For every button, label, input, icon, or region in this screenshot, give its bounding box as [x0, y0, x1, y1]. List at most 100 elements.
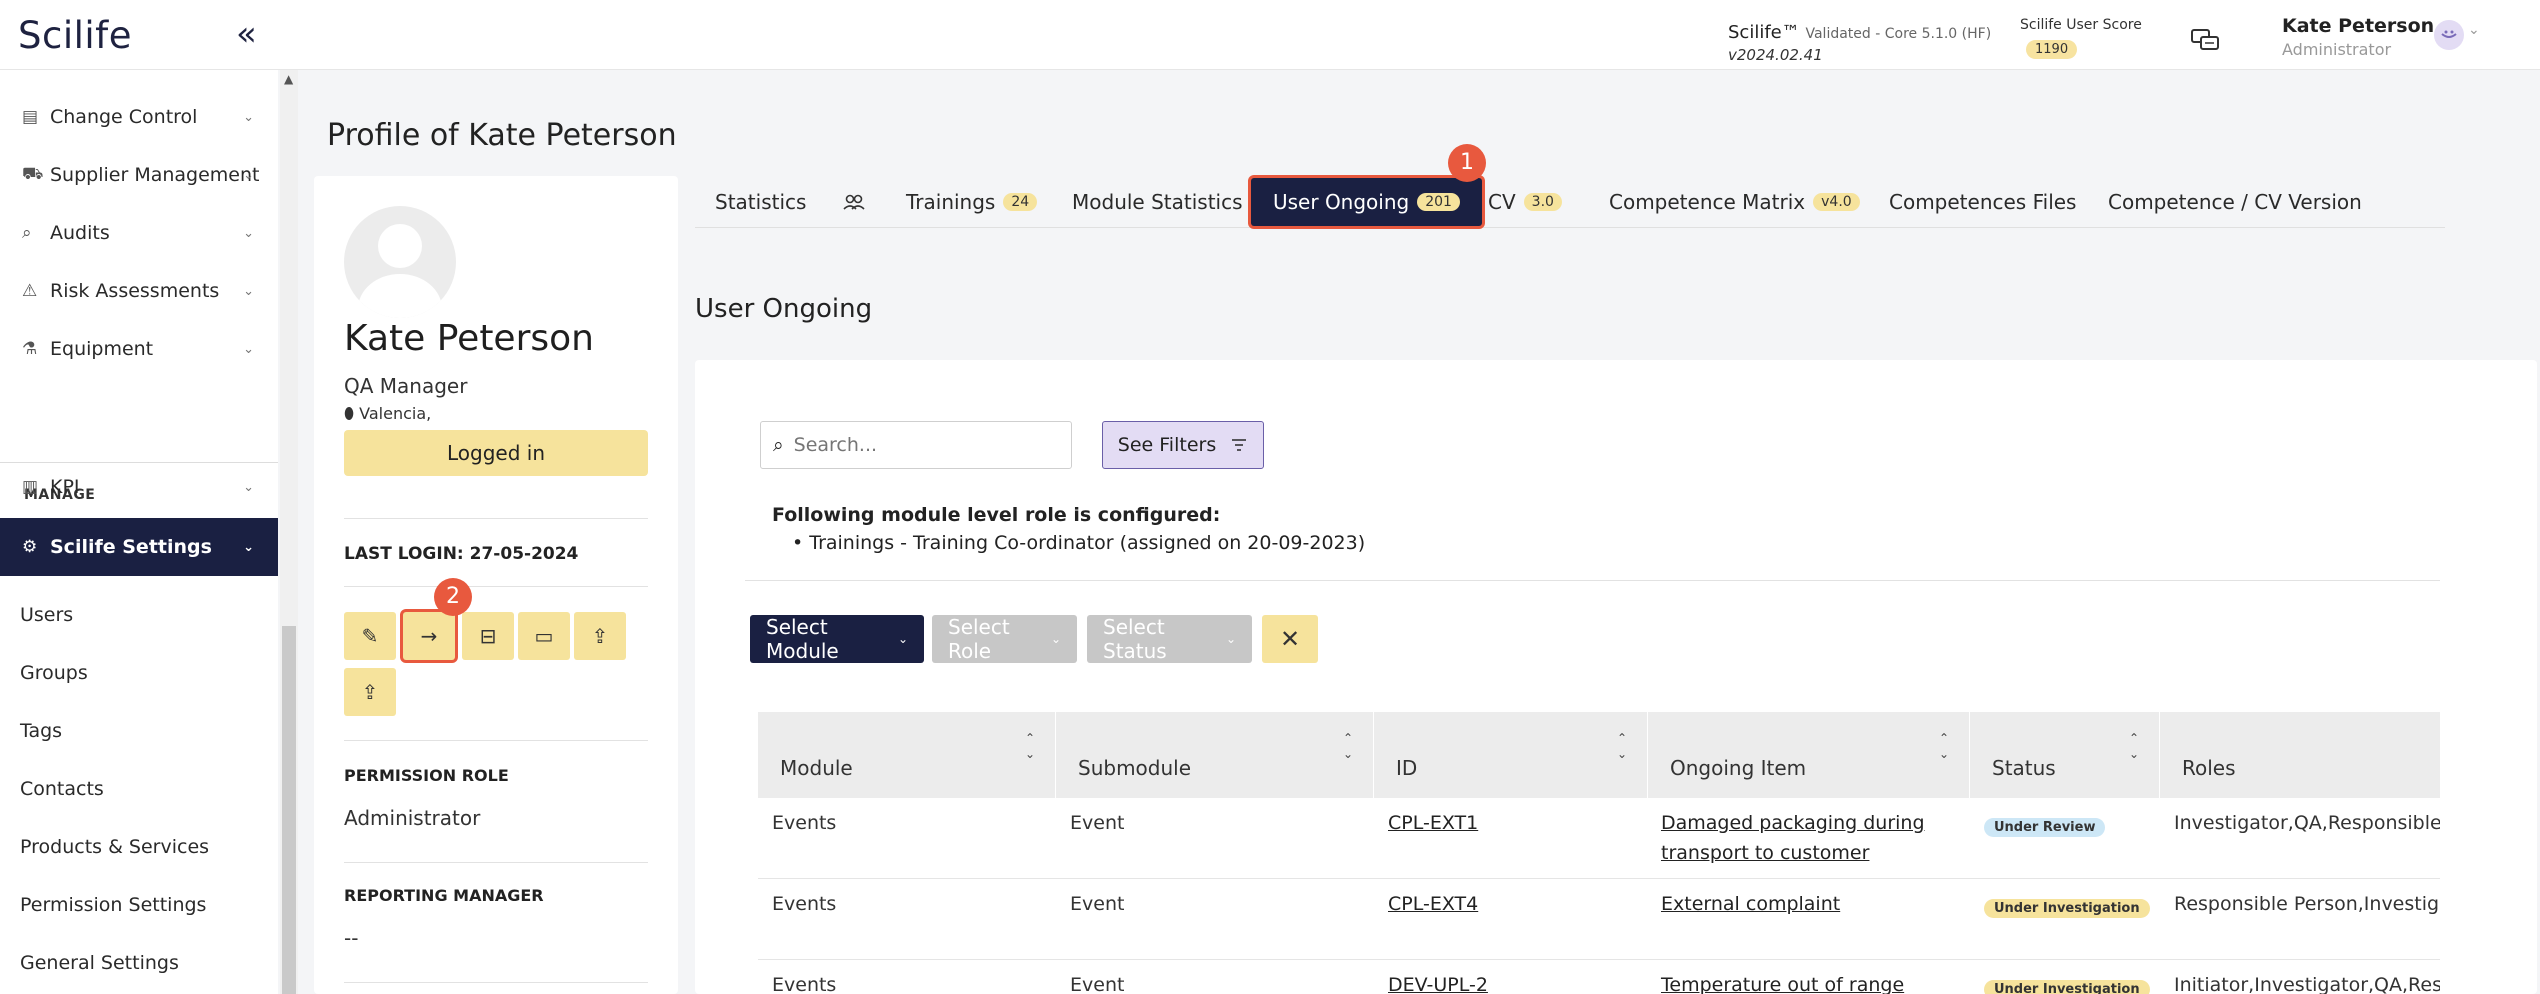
sidebar-scrollbar[interactable]: ▲: [280, 70, 298, 994]
cell-id-link[interactable]: DEV-UPL-2: [1388, 974, 1488, 994]
column-header-module[interactable]: Module ⌃ ⌄: [758, 712, 1056, 798]
avatar-head-shape: [378, 224, 422, 268]
search-input[interactable]: [793, 434, 1044, 456]
tab-competences-files[interactable]: Competences Files: [1889, 176, 2076, 228]
chevron-down-icon: ⌄: [1050, 632, 1061, 646]
column-label: Ongoing Item: [1670, 756, 1807, 780]
upload-button-2[interactable]: ⇪: [344, 668, 396, 716]
ongoing-table: Module ⌃ ⌄ Submodule ⌃ ⌄ ID ⌃ ⌄ Ongoing Item ⌃ ⌄…: [758, 712, 2440, 994]
permission-role-value: Administrator: [344, 806, 481, 830]
sidebar-item-risk-assessments[interactable]: ⚠ Risk Assessments ⌄: [0, 262, 278, 320]
column-header-status[interactable]: Status ⌃ ⌄: [1970, 712, 2160, 798]
select-status-label: Select Status: [1103, 615, 1167, 663]
tab-label: Competence / CV Version: [2108, 190, 2362, 214]
column-label: ID: [1396, 756, 1418, 780]
sidebar-sub-groups[interactable]: Groups: [20, 662, 88, 684]
cell-roles: Investigator,QA,Responsible P: [2174, 812, 2440, 834]
scrollbar-thumb[interactable]: [282, 626, 296, 994]
sidebar-sub-contacts[interactable]: Contacts: [20, 778, 104, 800]
tab-cv[interactable]: CV 3.0: [1488, 176, 1562, 228]
search-box[interactable]: ⌕: [760, 421, 1072, 469]
scilife-logo[interactable]: Scilife: [18, 14, 132, 57]
clear-filters-button[interactable]: ✕: [1262, 615, 1318, 663]
status-badge: Under Investigation: [1984, 980, 2150, 994]
sidebar-sub-tags[interactable]: Tags: [20, 720, 62, 742]
column-header-ongoing-item[interactable]: Ongoing Item ⌃ ⌄: [1648, 712, 1970, 798]
tab-user-ongoing[interactable]: User Ongoing 201: [1251, 178, 1482, 226]
cell-id-link[interactable]: CPL-EXT4: [1388, 893, 1478, 915]
header-user-name[interactable]: Kate Peterson: [2282, 15, 2434, 37]
flask-icon: ⚗: [22, 339, 38, 359]
header-user-role: Administrator: [2282, 40, 2392, 59]
module-role-text: Trainings - Training Co-ordinator (assig…: [809, 532, 1366, 554]
sidebar-sub-users[interactable]: Users: [20, 604, 73, 626]
upload-icon: ⇪: [361, 680, 379, 704]
tab-label: CV: [1488, 190, 1516, 214]
profile-name: Kate Peterson: [344, 318, 594, 359]
tab-users[interactable]: [843, 176, 865, 228]
cell-status: Under Review: [1984, 814, 2106, 837]
top-header: Scilife « Scilife™ Validated - Core 5.1.…: [0, 0, 2540, 70]
select-role-dropdown[interactable]: Select Role ⌄: [932, 615, 1077, 663]
tab-competence-matrix[interactable]: Competence Matrix v4.0: [1609, 176, 1860, 228]
cell-status: Under Investigation: [1984, 895, 2150, 918]
cell-ongoing-item-link[interactable]: External complaint: [1661, 893, 1840, 915]
column-header-submodule[interactable]: Submodule ⌃ ⌄: [1056, 712, 1374, 798]
cell-ongoing-item-link[interactable]: Temperature out of range: [1661, 974, 1904, 994]
brand-name: Scilife™: [1728, 22, 1800, 43]
users-icon: [843, 194, 865, 210]
upload-icon: ⇪: [591, 624, 609, 648]
sort-icon[interactable]: ⌃ ⌄: [1343, 730, 1353, 762]
collapse-sidebar-icon[interactable]: «: [236, 16, 266, 52]
sort-icon[interactable]: ⌃ ⌄: [2129, 730, 2139, 762]
user-score-badge: 1190: [2026, 40, 2078, 59]
user-menu-chevron-icon[interactable]: ⌄: [2468, 22, 2480, 38]
sort-icon[interactable]: ⌃ ⌄: [1939, 730, 1949, 762]
column-label: Status: [1992, 756, 2056, 780]
chevron-down-icon: ⌄: [243, 341, 254, 357]
tab-label: Module Statistics: [1072, 190, 1243, 214]
sidebar-item-kpi[interactable]: ▥ KPI ⌄: [0, 458, 278, 516]
divider: [344, 586, 648, 587]
tab-statistics[interactable]: Statistics: [715, 176, 806, 228]
user-avatar[interactable]: [2434, 20, 2464, 50]
select-module-dropdown[interactable]: Select Module ⌄: [750, 615, 924, 663]
sidebar-item-change-control[interactable]: ▤ Change Control ⌄: [0, 88, 278, 146]
tab-competence-cv-version[interactable]: Competence / CV Version: [2108, 176, 2362, 228]
column-header-id[interactable]: ID ⌃ ⌄: [1374, 712, 1648, 798]
sort-icon[interactable]: ⌃ ⌄: [1617, 730, 1627, 762]
transfer-button[interactable]: →: [403, 612, 455, 660]
table-row: Events Event CPL-EXT1 Damaged packaging …: [758, 798, 2440, 879]
sort-icon[interactable]: ⌃ ⌄: [1025, 730, 1035, 762]
avatar-body-shape: [358, 274, 442, 318]
location-text: Valencia,: [359, 404, 432, 423]
callout-2: 2: [434, 578, 472, 616]
select-status-dropdown[interactable]: Select Status ⌄: [1087, 615, 1252, 663]
bookmark-button[interactable]: ⊟: [462, 612, 514, 660]
sidebar-item-equipment[interactable]: ⚗ Equipment ⌄: [0, 320, 278, 378]
section-title: User Ongoing: [695, 294, 873, 324]
cell-ongoing-item-link[interactable]: Damaged packaging during transport to cu…: [1661, 808, 1941, 868]
status-badge: Under Investigation: [1984, 899, 2150, 918]
sidebar-item-scilife-settings[interactable]: ⚙ Scilife Settings ⌄: [0, 518, 278, 576]
select-module-label: Select Module: [766, 615, 839, 663]
see-filters-button[interactable]: See Filters: [1102, 421, 1264, 469]
scroll-up-icon[interactable]: ▲: [284, 72, 293, 86]
sidebar-item-label: KPI: [50, 476, 80, 498]
sidebar-item-supplier-management[interactable]: ⛟ Supplier Management ⌄: [0, 146, 278, 204]
upload-button[interactable]: ⇪: [574, 612, 626, 660]
permission-role-label: PERMISSION ROLE: [344, 766, 509, 785]
sidebar-sub-products-services[interactable]: Products & Services: [20, 836, 209, 858]
tab-badge: 201: [1417, 193, 1460, 211]
folder-button[interactable]: ▭: [518, 612, 570, 660]
tab-module-statistics[interactable]: Module Statistics: [1072, 176, 1243, 228]
tab-trainings[interactable]: Trainings 24: [906, 176, 1038, 228]
sidebar-sub-permission-settings[interactable]: Permission Settings: [20, 894, 206, 916]
module-role-item: • Trainings - Training Co-ordinator (ass…: [792, 532, 1366, 554]
sidebar-item-audits[interactable]: ⌕ Audits ⌄: [0, 204, 278, 262]
edit-button[interactable]: ✎: [344, 612, 396, 660]
cell-id-link[interactable]: CPL-EXT1: [1388, 812, 1478, 834]
sidebar-sub-general-settings[interactable]: General Settings: [20, 952, 179, 974]
cell-roles: Initiator,Investigator,QA,Respo: [2174, 974, 2440, 994]
chat-icon[interactable]: [2190, 28, 2220, 54]
